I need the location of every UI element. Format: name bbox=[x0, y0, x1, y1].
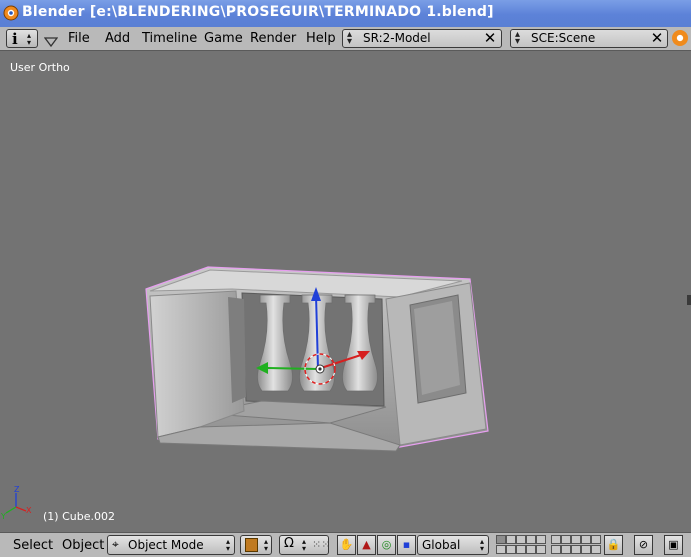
close-icon: ✕ bbox=[650, 29, 664, 47]
manipulator-toggle-button[interactable]: ✋ bbox=[337, 535, 356, 555]
updown-arrows-icon: ▴ ▾ bbox=[347, 29, 353, 47]
updown-arrows-icon: ▴ ▾ bbox=[302, 537, 307, 553]
delete-screen-button[interactable]: ✕ bbox=[481, 29, 499, 48]
layer-16[interactable] bbox=[551, 545, 561, 554]
layer-8[interactable] bbox=[571, 535, 581, 544]
blender-logo-icon bbox=[3, 5, 19, 21]
scale-manipulator-button[interactable]: ▪ bbox=[397, 535, 416, 555]
main-header: i ▴ ▾ File Add Timeline Game Render Help … bbox=[0, 27, 691, 51]
lock-layers-button[interactable]: 🔒 bbox=[604, 535, 623, 555]
layer-2[interactable] bbox=[506, 535, 516, 544]
layer-14[interactable] bbox=[526, 545, 536, 554]
viewport-edge-handle[interactable] bbox=[687, 295, 691, 305]
layer-5[interactable] bbox=[536, 535, 546, 544]
active-object-label: (1) Cube.002 bbox=[43, 510, 115, 523]
window-title: Blender [e:\BLENDERING\PROSEGUIR\TERMINA… bbox=[22, 4, 494, 20]
collapse-menu-button[interactable] bbox=[43, 33, 59, 48]
triangle-down-icon bbox=[43, 37, 59, 48]
3d-viewport[interactable]: User Ortho Z Y X (1) Cube.002 bbox=[0, 51, 691, 531]
draw-type-selector[interactable]: ▴ ▾ bbox=[240, 535, 272, 555]
image-icon: ▣ bbox=[668, 538, 679, 551]
triangle-icon: ▲ bbox=[362, 538, 371, 551]
updown-arrows-icon: ▴ ▾ bbox=[263, 537, 268, 553]
balustrade-model[interactable]: Z Y X bbox=[0, 51, 691, 531]
layer-buttons-group-2[interactable] bbox=[551, 533, 603, 557]
orientation-label: Global bbox=[422, 538, 461, 552]
menu-add[interactable]: Add bbox=[105, 31, 130, 46]
mode-label: Object Mode bbox=[128, 538, 204, 552]
close-icon: ✕ bbox=[483, 29, 497, 47]
hand-icon: ✋ bbox=[339, 538, 354, 551]
updown-arrows-icon: ▴ ▾ bbox=[27, 31, 32, 47]
object-mode-icon: ⌖ bbox=[112, 537, 119, 551]
layer-11[interactable] bbox=[496, 545, 506, 554]
svg-text:Y: Y bbox=[0, 512, 6, 521]
solid-cube-icon bbox=[245, 538, 258, 552]
layer-19[interactable] bbox=[581, 545, 591, 554]
layer-buttons-group-1[interactable] bbox=[496, 533, 548, 557]
viewport-header: Select Object ⌖ Object Mode ▴ ▾ ▴ ▾ Ω ▴ ▾ ⁙… bbox=[0, 532, 691, 557]
layer-9[interactable] bbox=[581, 535, 591, 544]
menu-render[interactable]: Render bbox=[250, 31, 296, 46]
view-axis-gizmo: Z Y X bbox=[0, 485, 32, 521]
grid-dots-icon: ⁙⁙ bbox=[312, 538, 331, 551]
menu-game[interactable]: Game bbox=[204, 31, 243, 46]
screen-selector[interactable]: ▴ ▾ SR:2-Model bbox=[342, 29, 502, 48]
layer-13[interactable] bbox=[516, 545, 526, 554]
translate-manipulator-button[interactable]: ▲ bbox=[357, 535, 376, 555]
window-type-button[interactable]: i ▴ ▾ bbox=[6, 29, 38, 48]
scene-name: SCE:Scene bbox=[531, 31, 596, 45]
chain-icon: ⊘ bbox=[638, 538, 649, 551]
updown-arrows-icon: ▴ ▾ bbox=[225, 537, 230, 553]
delete-scene-button[interactable]: ✕ bbox=[648, 29, 666, 48]
lock-icon: 🔒 bbox=[606, 538, 621, 551]
layer-10[interactable] bbox=[591, 535, 601, 544]
pivot-icon: Ω bbox=[284, 536, 294, 551]
layer-1[interactable] bbox=[496, 535, 506, 544]
info-icon: i bbox=[12, 30, 18, 48]
layer-18[interactable] bbox=[571, 545, 581, 554]
updown-arrows-icon: ▴ ▾ bbox=[479, 537, 484, 553]
link-button[interactable]: ⊘ bbox=[634, 535, 653, 555]
layer-3[interactable] bbox=[516, 535, 526, 544]
menu-file[interactable]: File bbox=[68, 31, 90, 46]
orientation-selector[interactable]: Global ▴ ▾ bbox=[417, 535, 489, 555]
title-bar: Blender [e:\BLENDERING\PROSEGUIR\TERMINA… bbox=[0, 0, 691, 27]
layer-15[interactable] bbox=[536, 545, 546, 554]
layer-17[interactable] bbox=[561, 545, 571, 554]
mode-selector[interactable]: ⌖ Object Mode ▴ ▾ bbox=[107, 535, 235, 555]
menu-select[interactable]: Select bbox=[13, 538, 53, 553]
pivot-selector[interactable]: Ω ▴ ▾ ⁙⁙ bbox=[279, 535, 331, 555]
screen-name: SR:2-Model bbox=[363, 31, 431, 45]
ring-icon: ◎ bbox=[381, 538, 392, 551]
svg-text:X: X bbox=[26, 506, 32, 515]
menu-timeline[interactable]: Timeline bbox=[142, 31, 197, 46]
rotate-manipulator-button[interactable]: ◎ bbox=[377, 535, 396, 555]
layer-7[interactable] bbox=[561, 535, 571, 544]
menu-object[interactable]: Object bbox=[62, 538, 104, 553]
layer-6[interactable] bbox=[551, 535, 561, 544]
menu-help[interactable]: Help bbox=[306, 31, 336, 46]
svg-text:Z: Z bbox=[14, 485, 20, 494]
layer-20[interactable] bbox=[591, 545, 601, 554]
blender-orange-icon bbox=[672, 30, 688, 46]
layer-4[interactable] bbox=[526, 535, 536, 544]
scene-selector[interactable]: ▴ ▾ SCE:Scene bbox=[510, 29, 668, 48]
render-preview-button[interactable]: ▣ bbox=[664, 535, 683, 555]
layer-12[interactable] bbox=[506, 545, 516, 554]
square-icon: ▪ bbox=[402, 538, 411, 551]
updown-arrows-icon: ▴ ▾ bbox=[515, 29, 521, 47]
